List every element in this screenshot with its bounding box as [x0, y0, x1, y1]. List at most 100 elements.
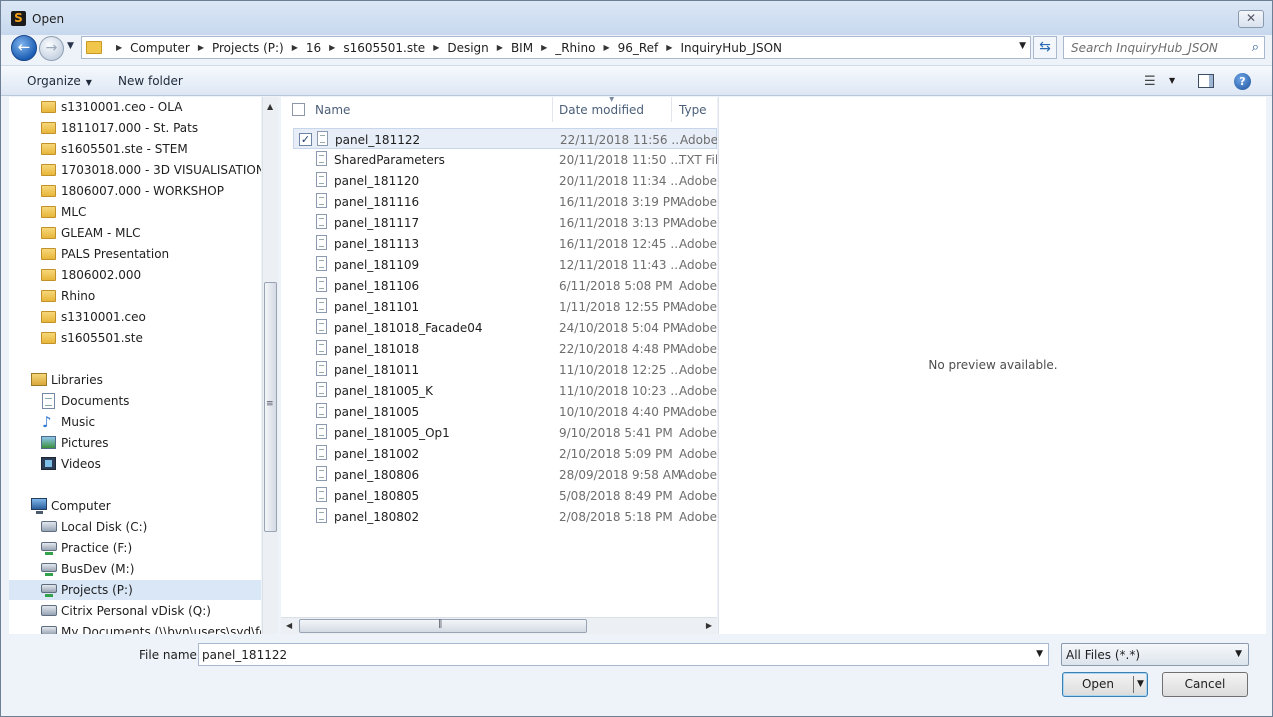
file-row[interactable]: panel_181116 16/11/2018 3:19 PM Adobe [293, 191, 717, 212]
column-header-date[interactable]: Date modified [559, 103, 644, 117]
row-checkbox[interactable]: ✓ [299, 133, 312, 146]
file-type: Adobe [679, 174, 717, 188]
chevron-right-icon[interactable]: ▶ [427, 43, 445, 52]
column-header-type[interactable]: Type [679, 103, 707, 117]
breadcrumb-item[interactable]: BIM [509, 41, 535, 55]
file-row[interactable]: panel_181005_Op1 9/10/2018 5:41 PM Adobe [293, 422, 717, 443]
open-button[interactable]: Open ▼ [1062, 672, 1148, 697]
chevron-right-icon[interactable]: ▶ [491, 43, 509, 52]
sidebar-folder[interactable]: 1806002.000 [39, 265, 261, 285]
breadcrumb-item[interactable]: 16 [304, 41, 323, 55]
chevron-right-icon[interactable]: ▶ [535, 43, 553, 52]
sidebar-item-pictures[interactable]: Pictures [39, 433, 261, 453]
file-row[interactable]: panel_181018 22/10/2018 4:48 PM Adobe [293, 338, 717, 359]
file-row[interactable]: panel_181101 1/11/2018 12:55 PM Adobe [293, 296, 717, 317]
help-icon[interactable]: ? [1234, 73, 1251, 90]
column-divider[interactable] [671, 97, 672, 122]
file-type-select[interactable]: All Files (*.*) ▼ [1061, 643, 1249, 666]
breadcrumb-item[interactable]: Computer [128, 41, 192, 55]
sidebar-folder[interactable]: s1605501.ste - STEM [39, 139, 261, 159]
sidebar-item-documents[interactable]: Documents [39, 391, 261, 411]
file-row[interactable]: SharedParameters 20/11/2018 11:50 ... TXT … [293, 149, 717, 170]
file-row[interactable]: panel_181106 6/11/2018 5:08 PM Adobe [293, 275, 717, 296]
sidebar-item-computer[interactable]: Computer [29, 496, 261, 516]
file-row[interactable]: panel_181005 10/10/2018 4:40 PM Adobe [293, 401, 717, 422]
sidebar-folder[interactable]: 1703018.000 - 3D VISUALISATION [39, 160, 261, 180]
file-row[interactable]: panel_181011 11/10/2018 12:25 ... Adobe [293, 359, 717, 380]
breadcrumb-item[interactable]: 96_Ref [616, 41, 661, 55]
scroll-up-icon[interactable]: ▲ [267, 102, 273, 111]
file-name: panel_181002 [334, 447, 420, 461]
sidebar-item-local-disk[interactable]: Local Disk (C:) [39, 517, 261, 537]
close-button[interactable]: ✕ [1238, 10, 1264, 28]
sidebar-item-my-documents-drive[interactable]: My Documents (\\bvn\users\syd\fold... [39, 622, 261, 634]
file-row[interactable]: panel_181018_Facade04 24/10/2018 5:04 PM A… [293, 317, 717, 338]
chevron-right-icon[interactable]: ▶ [660, 43, 678, 52]
file-list-scrollbar[interactable]: ◀ ‖ ▶ [281, 617, 717, 634]
sidebar-item-music[interactable]: ♪ Music [39, 412, 261, 432]
organize-button[interactable]: Organize ▼ [27, 74, 92, 88]
column-divider[interactable] [552, 97, 553, 122]
sidebar-item-practice-drive[interactable]: Practice (F:) [39, 538, 261, 558]
refresh-button[interactable]: ⇆ [1033, 36, 1057, 59]
sidebar-folder[interactable]: 1811017.000 - St. Pats [39, 118, 261, 138]
chevron-right-icon[interactable]: ▶ [323, 43, 341, 52]
sidebar-folder[interactable]: GLEAM - MLC [39, 223, 261, 243]
file-row[interactable]: panel_181109 12/11/2018 11:43 ... Adobe [293, 254, 717, 275]
column-header-name[interactable]: Name [315, 103, 350, 117]
sidebar-folder[interactable]: Rhino [39, 286, 261, 306]
sidebar-folder[interactable]: PALS Presentation [39, 244, 261, 264]
chevron-right-icon[interactable]: ▶ [110, 43, 128, 52]
scrollbar-thumb[interactable] [299, 619, 587, 633]
breadcrumb[interactable]: ▶ Computer ▶ Projects (P:) ▶ 16 ▶ s16055… [81, 36, 1031, 59]
file-icon [316, 424, 327, 439]
forward-button[interactable]: → [39, 36, 64, 61]
sidebar-item-projects-drive[interactable]: Projects (P:) [9, 580, 261, 600]
sidebar-folder[interactable]: s1605501.ste [39, 328, 261, 348]
file-name-input[interactable]: panel_181122 ▼ [198, 643, 1049, 666]
file-row[interactable]: panel_181005_K 11/10/2018 10:23 ... Adobe [293, 380, 717, 401]
sidebar-folder[interactable]: 1806007.000 - WORKSHOP [39, 181, 261, 201]
search-icon[interactable]: ⌕ [1252, 40, 1259, 55]
recent-locations-dropdown[interactable]: ▼ [67, 41, 74, 51]
sidebar-item-busdev-drive[interactable]: BusDev (M:) [39, 559, 261, 579]
file-row[interactable]: panel_181117 16/11/2018 3:13 PM Adobe [293, 212, 717, 233]
chevron-down-icon[interactable]: ▼ [1169, 76, 1175, 85]
breadcrumb-item[interactable]: InquiryHub_JSON [678, 41, 784, 55]
file-type: Adobe [679, 426, 717, 440]
new-folder-button[interactable]: New folder [118, 74, 183, 88]
sidebar-item-citrix-drive[interactable]: Citrix Personal vDisk (Q:) [39, 601, 261, 621]
file-row[interactable]: panel_180805 5/08/2018 8:49 PM Adobe [293, 485, 717, 506]
music-note-icon: ♪ [42, 413, 52, 431]
file-row[interactable]: panel_181113 16/11/2018 12:45 ... Adobe [293, 233, 717, 254]
preview-pane-icon[interactable] [1198, 74, 1214, 88]
breadcrumb-item[interactable]: Design [445, 41, 490, 55]
file-row[interactable]: panel_180802 2/08/2018 5:18 PM Adobe [293, 506, 717, 527]
view-options-icon[interactable]: ☰ [1144, 74, 1156, 89]
back-button[interactable]: ← [11, 35, 37, 61]
file-row[interactable]: panel_181120 20/11/2018 11:34 ... Adobe [293, 170, 717, 191]
select-all-checkbox[interactable] [292, 103, 305, 116]
navigation-scrollbar[interactable]: ▲ ≡ [262, 97, 278, 634]
sidebar-folder[interactable]: s1310001.ceo [39, 307, 261, 327]
breadcrumb-item[interactable]: _Rhino [553, 41, 597, 55]
file-row[interactable]: panel_180806 28/09/2018 9:58 AM Adobe [293, 464, 717, 485]
sidebar-item-libraries[interactable]: Libraries [29, 370, 261, 390]
cancel-button[interactable]: Cancel [1162, 672, 1248, 697]
sidebar-folder[interactable]: s1310001.ceo - OLA [39, 97, 261, 117]
open-options-dropdown[interactable]: ▼ [1137, 673, 1144, 695]
address-dropdown-icon[interactable]: ▼ [1019, 41, 1026, 51]
chevron-right-icon[interactable]: ▶ [286, 43, 304, 52]
search-input[interactable]: Search InquiryHub_JSON ⌕ [1063, 36, 1265, 59]
sidebar-folder[interactable]: MLC [39, 202, 261, 222]
scroll-left-icon[interactable]: ◀ [286, 621, 292, 630]
chevron-right-icon[interactable]: ▶ [597, 43, 615, 52]
chevron-right-icon[interactable]: ▶ [192, 43, 210, 52]
scroll-right-icon[interactable]: ▶ [706, 621, 712, 630]
file-row[interactable]: panel_181002 2/10/2018 5:09 PM Adobe [293, 443, 717, 464]
chevron-down-icon[interactable]: ▼ [1036, 649, 1043, 659]
breadcrumb-item[interactable]: Projects (P:) [210, 41, 286, 55]
breadcrumb-item[interactable]: s1605501.ste [341, 41, 427, 55]
file-row[interactable]: ✓ panel_181122 22/11/2018 11:56 ... Adobe [293, 128, 717, 149]
sidebar-item-videos[interactable]: Videos [39, 454, 261, 474]
